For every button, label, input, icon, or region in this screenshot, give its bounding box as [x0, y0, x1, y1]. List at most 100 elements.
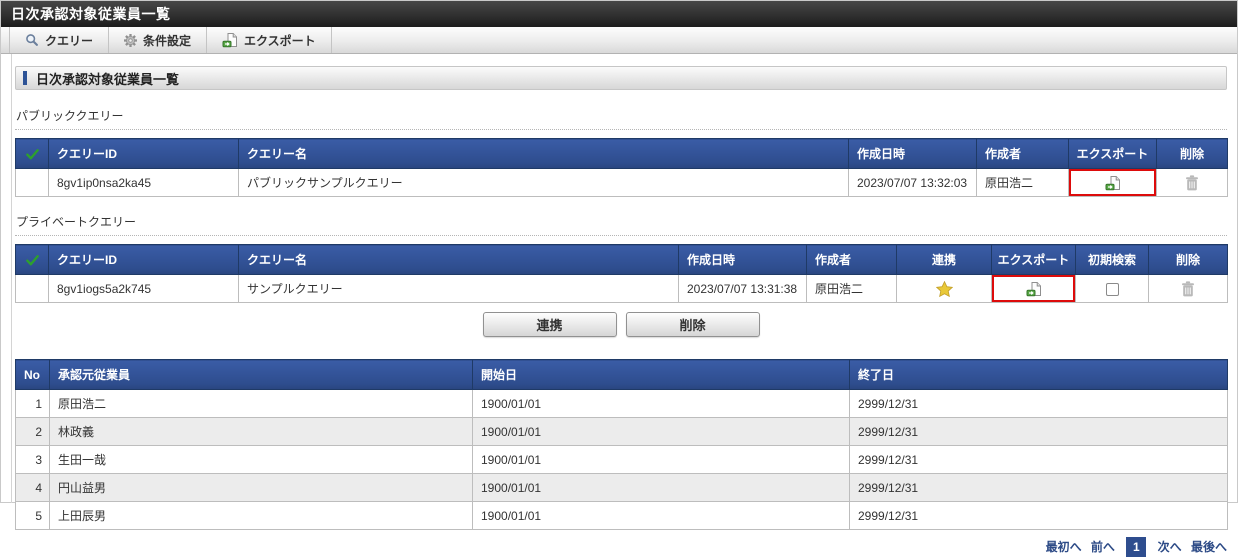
private-header-link: 連携	[896, 244, 992, 275]
private-row-query-id: 8gv1iogs5a2k745	[48, 274, 239, 303]
private-select-all-header[interactable]	[15, 244, 49, 275]
private-row-query-name: サンプルクエリー	[238, 274, 679, 303]
private-query-header-row: クエリーID クエリー名 作成日時 作成者 連携 エクスポート 初期検索 削除	[15, 244, 1228, 275]
condition-settings-button[interactable]: 条件設定	[108, 27, 208, 53]
public-header-query-id: クエリーID	[48, 138, 239, 169]
actions-row: 連携 削除	[15, 312, 1227, 337]
private-row-link-cell	[896, 274, 992, 303]
public-select-all-header[interactable]	[15, 138, 49, 169]
table-row: 1 原田浩二 1900/01/01 2999/12/31	[15, 389, 1228, 418]
public-query-label: パブリッククエリー	[15, 104, 1227, 130]
employee-no: 5	[15, 501, 50, 530]
public-row-query-id: 8gv1ip0nsa2ka45	[48, 168, 239, 197]
public-row-created-by: 原田浩二	[976, 168, 1069, 197]
table-row: 2 林政義 1900/01/01 2999/12/31	[15, 417, 1228, 446]
public-query-row: 8gv1ip0nsa2ka45 パブリックサンプルクエリー 2023/07/07…	[15, 168, 1228, 197]
employee-end-date: 2999/12/31	[849, 473, 1228, 502]
employee-no: 1	[15, 389, 50, 418]
employee-name: 円山益男	[49, 473, 473, 502]
private-query-label: プライベートクエリー	[15, 210, 1227, 236]
employee-name: 生田一哉	[49, 445, 473, 474]
pagination-first[interactable]: 最初へ	[1046, 540, 1082, 554]
public-row-delete-cell	[1156, 168, 1228, 197]
employee-header-end: 終了日	[849, 359, 1228, 390]
trash-icon[interactable]	[1181, 280, 1195, 297]
private-row-created-by: 原田浩二	[806, 274, 897, 303]
public-query-header-row: クエリーID クエリー名 作成日時 作成者 エクスポート 削除	[15, 138, 1228, 169]
private-header-export: エクスポート	[991, 244, 1076, 275]
pagination-last[interactable]: 最後へ	[1191, 540, 1227, 554]
private-row-created-at: 2023/07/07 13:31:38	[678, 274, 807, 303]
employee-start-date: 1900/01/01	[472, 445, 850, 474]
check-icon	[25, 148, 39, 160]
link-button[interactable]: 連携	[482, 312, 617, 337]
public-row-export-cell	[1068, 168, 1157, 197]
private-header-initial-search: 初期検索	[1075, 244, 1149, 275]
public-row-created-at: 2023/07/07 13:32:03	[848, 168, 977, 197]
export-button[interactable]: エクスポート	[206, 27, 332, 53]
section-title: 日次承認対象従業員一覧	[36, 71, 180, 87]
page-title: 日次承認対象従業員一覧	[1, 1, 1237, 27]
public-header-query-name: クエリー名	[238, 138, 849, 169]
content-area: 日次承認対象従業員一覧 パブリッククエリー クエリーID クエリー名 作成日時 …	[11, 54, 1237, 557]
section-accent-bar	[23, 71, 27, 85]
public-row-query-name: パブリックサンプルクエリー	[238, 168, 849, 197]
employee-end-date: 2999/12/31	[849, 417, 1228, 446]
employee-no: 4	[15, 473, 50, 502]
star-icon[interactable]	[935, 280, 953, 297]
delete-button[interactable]: 削除	[625, 312, 760, 337]
employee-name: 上田辰男	[49, 501, 473, 530]
employee-start-date: 1900/01/01	[472, 473, 850, 502]
employee-start-date: 1900/01/01	[472, 417, 850, 446]
private-row-export-cell	[991, 274, 1076, 303]
table-row: 4 円山益男 1900/01/01 2999/12/31	[15, 473, 1228, 502]
employee-header-start: 開始日	[472, 359, 850, 390]
public-header-created-at: 作成日時	[848, 138, 977, 169]
table-row: 5 上田辰男 1900/01/01 2999/12/31	[15, 501, 1228, 530]
condition-settings-label: 条件設定	[143, 33, 192, 48]
private-row-delete-cell	[1148, 274, 1228, 303]
query-button[interactable]: クエリー	[9, 27, 110, 53]
search-icon	[25, 33, 39, 47]
private-row-initial-search-cell	[1075, 274, 1149, 303]
public-header-export: エクスポート	[1068, 138, 1157, 169]
private-header-delete: 削除	[1148, 244, 1228, 275]
employee-start-date: 1900/01/01	[472, 501, 850, 530]
private-query-row: 8gv1iogs5a2k745 サンプルクエリー 2023/07/07 13:3…	[15, 274, 1228, 303]
check-icon	[25, 254, 39, 266]
employee-no: 2	[15, 417, 50, 446]
public-query-table: クエリーID クエリー名 作成日時 作成者 エクスポート 削除 8gv1ip0n…	[15, 138, 1228, 197]
table-row: 3 生田一哉 1900/01/01 2999/12/31	[15, 445, 1228, 474]
employee-end-date: 2999/12/31	[849, 389, 1228, 418]
gear-icon	[123, 33, 138, 47]
employee-no: 3	[15, 445, 50, 474]
pagination-prev[interactable]: 前へ	[1091, 540, 1115, 554]
employee-name: 原田浩二	[49, 389, 473, 418]
private-header-created-by: 作成者	[806, 244, 897, 275]
export-button-label: エクスポート	[244, 33, 316, 48]
section-header: 日次承認対象従業員一覧	[15, 66, 1227, 90]
employee-end-date: 2999/12/31	[849, 501, 1228, 530]
public-header-delete: 削除	[1156, 138, 1228, 169]
employee-start-date: 1900/01/01	[472, 389, 850, 418]
public-header-created-by: 作成者	[976, 138, 1069, 169]
export-icon[interactable]	[1025, 281, 1042, 297]
employee-table: No 承認元従業員 開始日 終了日 1 原田浩二 1900/01/01 2999…	[15, 359, 1228, 530]
private-header-query-name: クエリー名	[238, 244, 679, 275]
pagination-current-page: 1	[1126, 537, 1147, 557]
trash-icon[interactable]	[1185, 174, 1199, 191]
private-query-table: クエリーID クエリー名 作成日時 作成者 連携 エクスポート 初期検索 削除 …	[15, 244, 1228, 303]
public-row-select-cell[interactable]	[15, 168, 49, 197]
export-icon[interactable]	[1104, 175, 1121, 191]
query-button-label: クエリー	[45, 33, 94, 48]
employee-header-name: 承認元従業員	[49, 359, 473, 390]
employee-header-no: No	[15, 359, 50, 390]
private-header-query-id: クエリーID	[48, 244, 239, 275]
export-icon	[222, 32, 238, 48]
toolbar: クエリー 条件設定 エクスポート	[1, 27, 1237, 54]
private-row-select-cell[interactable]	[15, 274, 49, 303]
pagination: 最初へ 前へ 1 次へ 最後へ	[15, 537, 1227, 557]
private-header-created-at: 作成日時	[678, 244, 807, 275]
initial-search-checkbox[interactable]	[1105, 282, 1119, 296]
pagination-next[interactable]: 次へ	[1158, 540, 1182, 554]
